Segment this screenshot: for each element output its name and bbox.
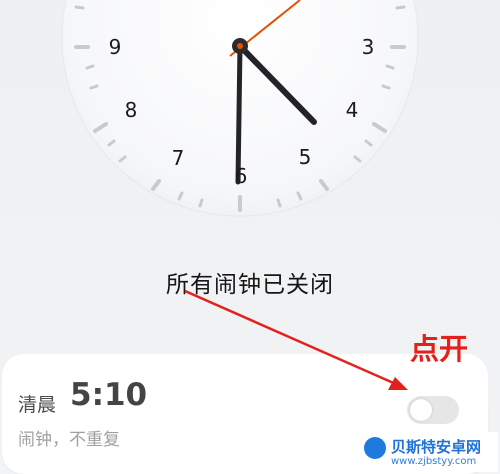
arrow-shaft [184,289,399,387]
annotation-arrow [184,289,408,390]
alarm-screen: 9 3 8 4 7 5 6 所有闹钟已关闭 清晨 5:10 闹钟，不重复 点开 … [0,0,500,474]
arrow-head [388,377,408,390]
watermark-url: www.zjbstyy.com [391,456,477,467]
watermark-brand: 贝斯特安卓网 [391,438,482,456]
watermark-logo-icon [364,437,386,459]
